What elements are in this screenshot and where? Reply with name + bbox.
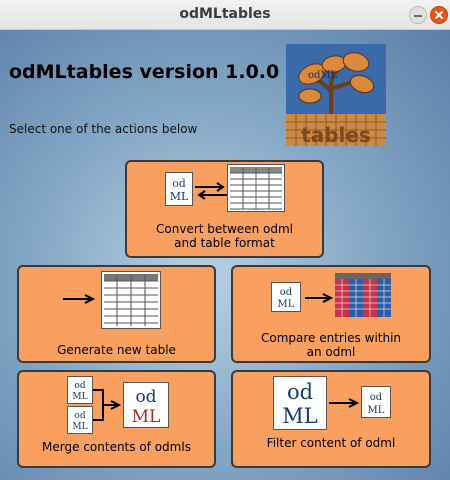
merge-button[interactable]: od ML od ML od ML Merge contents of odml… bbox=[17, 370, 216, 468]
svg-text:od: od bbox=[280, 287, 293, 298]
compare-table-icon bbox=[335, 273, 391, 317]
svg-text:od: od bbox=[172, 177, 186, 190]
svg-text:ML: ML bbox=[278, 299, 295, 310]
arrow-right-icon bbox=[329, 398, 359, 408]
merge-arrow-icon bbox=[93, 389, 122, 421]
odml-icon: od ML bbox=[271, 282, 301, 312]
generate-table-button[interactable]: Generate new table bbox=[17, 265, 216, 363]
svg-text:od: od bbox=[370, 392, 383, 403]
compare-label-line2: an odml bbox=[306, 345, 356, 359]
odml-icon: od ML bbox=[67, 406, 93, 434]
table-icon bbox=[101, 271, 161, 329]
svg-text:od: od bbox=[74, 381, 85, 391]
merge-label: Merge contents of odmls bbox=[42, 440, 191, 454]
svg-text:od: od bbox=[135, 387, 156, 407]
odml-icon: od ML bbox=[361, 386, 391, 418]
minimize-button[interactable] bbox=[409, 6, 427, 24]
compare-label-line1: Compare entries within bbox=[260, 331, 402, 345]
close-button[interactable] bbox=[430, 6, 448, 24]
svg-text:ML: ML bbox=[282, 404, 318, 428]
svg-text:ML: ML bbox=[368, 405, 385, 416]
bidirectional-arrow-icon bbox=[195, 182, 227, 200]
odml-large-icon: od ML bbox=[123, 382, 169, 428]
odml-icon: od ML bbox=[67, 376, 93, 404]
title-bar: odMLtables bbox=[0, 0, 450, 30]
convert-button[interactable]: od ML Convert between odml and table for… bbox=[125, 160, 324, 258]
arrow-right-icon bbox=[305, 293, 333, 303]
svg-text:od: od bbox=[74, 411, 85, 421]
page-title: odMLtables version 1.0.0 bbox=[9, 61, 280, 83]
filter-label: Filter content of odml bbox=[266, 436, 396, 450]
svg-text:ML: ML bbox=[72, 392, 87, 402]
convert-label-line2: and table format bbox=[174, 236, 275, 250]
compare-entries-button[interactable]: od ML Compare entries within an odml bbox=[231, 265, 431, 363]
filter-button[interactable]: od ML od ML Filter content of odml bbox=[231, 370, 431, 468]
svg-text:ML: ML bbox=[132, 407, 161, 427]
generate-table-label: Generate new table bbox=[57, 343, 176, 357]
logo-bottom-text: tables bbox=[301, 123, 371, 146]
svg-text:ML: ML bbox=[72, 422, 87, 432]
instruction-text: Select one of the actions below bbox=[9, 122, 198, 136]
main-content: odMLtables version 1.0.0 Select one of t… bbox=[0, 30, 450, 480]
app-window: odMLtables odMLtables version 1.0.0 Sele… bbox=[0, 0, 450, 480]
convert-label-line1: Convert between odml bbox=[156, 222, 293, 236]
svg-text:od: od bbox=[287, 380, 313, 404]
table-icon bbox=[227, 164, 285, 212]
odmltables-logo: odML tables bbox=[286, 44, 386, 146]
arrow-right-icon bbox=[63, 294, 95, 304]
odml-large-icon: od ML bbox=[273, 376, 327, 430]
window-title: odMLtables bbox=[179, 6, 271, 22]
odml-icon: od ML bbox=[165, 172, 193, 206]
logo-top-text: odML bbox=[308, 70, 338, 81]
svg-text:ML: ML bbox=[170, 190, 189, 203]
